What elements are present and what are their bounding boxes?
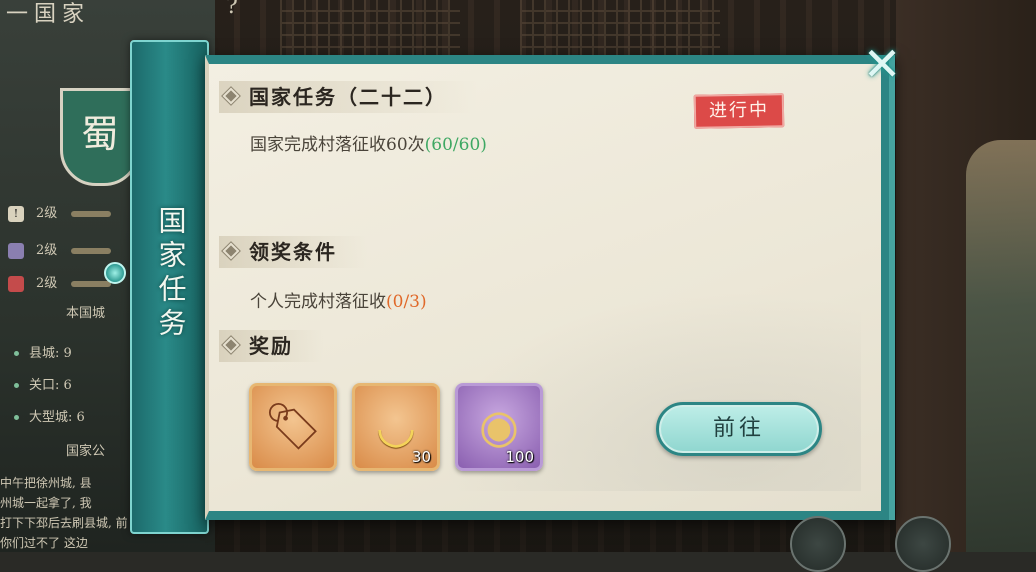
country-panel-title: 一国家: [6, 2, 91, 27]
announcement-line: 中午把徐州城, 县: [0, 476, 92, 490]
level-row: 2级: [8, 275, 112, 293]
task-description-text: 国家完成村落征收60次: [250, 135, 425, 155]
rewards-title-text: 奖励: [249, 334, 293, 358]
bullet-icon: [14, 351, 19, 356]
country-stat-heading: 本国城: [66, 306, 106, 321]
crest-menu-icon[interactable]: [895, 516, 951, 572]
bullet-icon: [14, 415, 19, 420]
announcement-line: 你们过不了 这边: [0, 536, 88, 550]
country-stat: 大型城: 6: [14, 406, 85, 425]
condition-title-text: 领奖条件: [249, 240, 337, 264]
level-label: 2级: [36, 276, 58, 291]
scroll-side-tab: 国家任务: [130, 40, 209, 534]
announcement-line: 州城一起拿了, 我: [0, 496, 92, 510]
medal-coin-icon: ◉: [478, 399, 520, 453]
window-lattice: [520, 0, 720, 60]
reward-item[interactable]: ◡ 30: [352, 383, 440, 471]
faction-emblem: 蜀: [60, 88, 140, 186]
diamond-bullet-icon: [225, 90, 237, 102]
announcement-line: 打下下邳后去刷县城, 前: [0, 516, 128, 530]
level-bar: [71, 210, 112, 217]
bullet-icon: [14, 383, 19, 388]
rewards-title: 奖励: [219, 330, 323, 362]
reward-quantity: 100: [505, 448, 534, 466]
country-stat: 县城: 9: [14, 342, 72, 361]
reward-item[interactable]: ◉ 100: [455, 383, 543, 471]
task-title: 国家任务（二十二）: [219, 81, 477, 113]
help-icon[interactable]: ?: [226, 0, 238, 19]
diamond-bullet-icon: [225, 339, 237, 351]
condition-title: 领奖条件: [219, 236, 367, 268]
gold-ingot-icon: ◡: [375, 399, 417, 453]
level-bar: [71, 280, 112, 287]
country-stat: 关口: 6: [14, 374, 72, 393]
condition-progress: (0/3): [386, 292, 427, 312]
level-row: 2级: [8, 242, 112, 260]
condition-description-text: 个人完成村落征收: [250, 292, 386, 312]
side-tab-title: 国家任务: [154, 206, 188, 342]
condition-description: 个人完成村落征收(0/3): [250, 287, 427, 312]
flag-icon: [8, 275, 24, 292]
level-label: 2级: [36, 206, 58, 221]
status-stamp: 进行中: [693, 93, 785, 129]
diamond-bullet-icon: [225, 245, 237, 257]
token-plaque-icon: 🏷: [263, 399, 323, 453]
task-progress: (60/60): [424, 135, 487, 155]
level-label: 2级: [36, 243, 58, 258]
task-title-text: 国家任务（二十二）: [249, 85, 447, 109]
level-row: ! 2级: [8, 205, 112, 223]
go-button[interactable]: 前往: [656, 402, 822, 456]
shield-icon: [8, 242, 24, 259]
reward-quantity: 30: [411, 448, 431, 466]
reward-item[interactable]: 🏷: [249, 383, 337, 471]
close-button[interactable]: ✕: [858, 41, 906, 90]
alert-icon: !: [8, 205, 24, 222]
country-announcement-heading: 国家公: [66, 444, 106, 459]
level-bar: [71, 247, 112, 254]
window-lattice: [280, 0, 460, 60]
scroll-knob-icon: [104, 262, 126, 284]
task-description: 国家完成村落征收60次(60/60): [250, 130, 487, 155]
dragon-menu-icon[interactable]: [790, 516, 846, 572]
character-figure: [966, 140, 1036, 552]
